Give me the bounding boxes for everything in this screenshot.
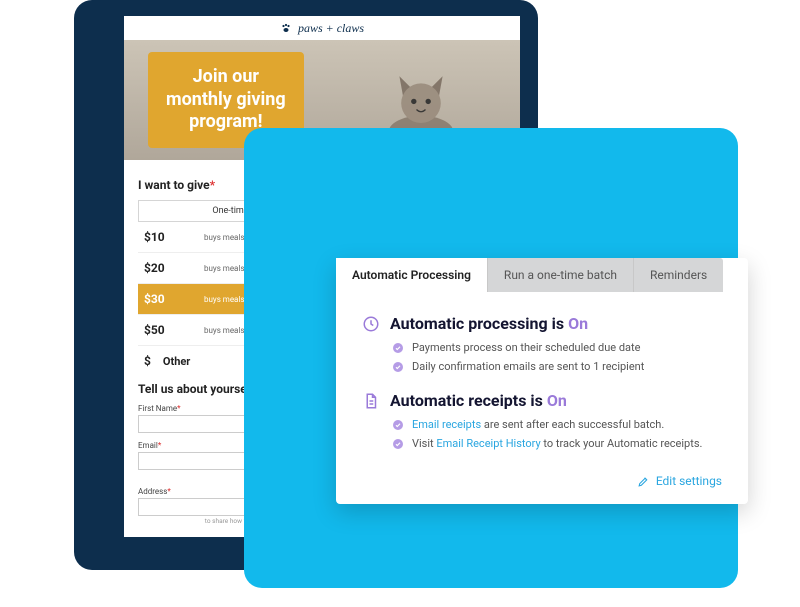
settings-tabs: Automatic Processing Run a one-time batc…	[336, 258, 748, 292]
check-icon	[392, 419, 404, 431]
tab-automatic-processing[interactable]: Automatic Processing	[336, 258, 488, 292]
brand-header: paws + claws	[124, 16, 520, 40]
processing-bullet-2: Daily confirmation emails are sent to 1 …	[392, 360, 722, 373]
settings-panel: Automatic Processing Run a one-time batc…	[336, 258, 748, 504]
receipts-bullet-1: Email receipts are sent after each succe…	[392, 418, 722, 431]
email-receipt-history-link[interactable]: Email Receipt History	[436, 437, 540, 450]
paw-icon	[280, 22, 292, 34]
tab-reminders[interactable]: Reminders	[634, 258, 723, 292]
receipts-status: Automatic receipts is On	[362, 391, 722, 410]
pencil-icon	[637, 475, 650, 488]
processing-bullet-1: Payments process on their scheduled due …	[392, 341, 722, 354]
receipts-bullet-2: Visit Email Receipt History to track you…	[392, 437, 722, 450]
tab-one-time-batch[interactable]: Run a one-time batch	[488, 258, 634, 292]
email-receipts-link[interactable]: Email receipts	[412, 418, 481, 431]
document-icon	[362, 392, 380, 410]
processing-status: Automatic processing is On	[362, 314, 722, 333]
edit-settings-button[interactable]: Edit settings	[362, 468, 722, 490]
check-icon	[392, 438, 404, 450]
brand-name: paws + claws	[298, 21, 364, 36]
check-icon	[392, 361, 404, 373]
clock-icon	[362, 315, 380, 333]
check-icon	[392, 342, 404, 354]
